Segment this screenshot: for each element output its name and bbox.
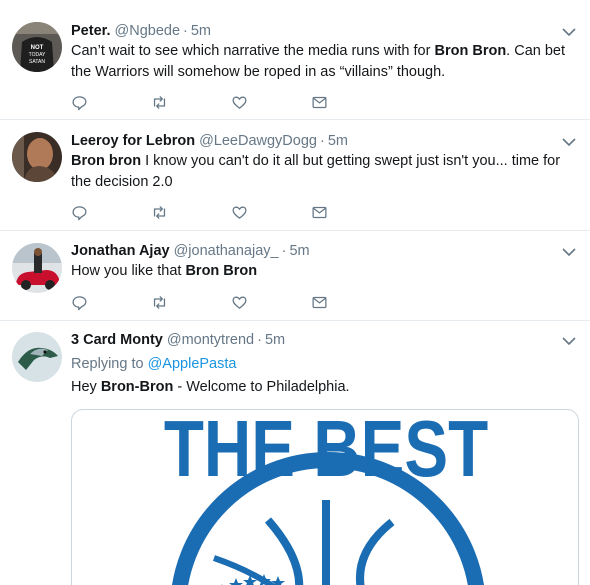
- tweet-header: Peter. @Ngbede · 5m: [71, 21, 578, 41]
- like-icon: [232, 296, 247, 309]
- display-name[interactable]: Jonathan Ajay: [71, 241, 170, 261]
- tweet-media-image[interactable]: THE BEST: [71, 409, 579, 585]
- chevron-down-icon[interactable]: [562, 27, 576, 37]
- direct-message-button[interactable]: [311, 202, 391, 222]
- reply-button[interactable]: [71, 202, 151, 222]
- tweet-text-segment: - Welcome to Philadelphia.: [173, 379, 350, 395]
- separator-dot: ·: [257, 332, 262, 348]
- tweet-content: Leeroy for Lebron @LeeDawgyDogg · 5m Bro…: [71, 131, 578, 193]
- timestamp[interactable]: 5m: [191, 21, 211, 41]
- like-icon: [232, 206, 247, 219]
- like-button[interactable]: [231, 92, 311, 112]
- separator-dot: ·: [319, 133, 325, 149]
- like-button[interactable]: [231, 292, 311, 312]
- avatar[interactable]: [12, 332, 62, 382]
- tweet-actions: [71, 202, 391, 222]
- highlighted-term: Bron Bron: [434, 43, 507, 59]
- tweet-text: Hey Bron-Bron - Welcome to Philadelphia.: [71, 377, 578, 398]
- tweet-actions: [71, 292, 391, 312]
- highlighted-term: Bron Bron: [185, 263, 258, 279]
- direct-message-button[interactable]: [311, 292, 391, 312]
- avatar[interactable]: [12, 243, 62, 293]
- tweet-item[interactable]: NOT TODAY SATAN Peter. @Ngbede · 5m Can’…: [0, 0, 590, 120]
- highlighted-term: Bron bron: [71, 153, 142, 169]
- tweet-content: 3 Card Monty @montytrend · 5m Replying t…: [71, 330, 578, 398]
- tweet-content: Jonathan Ajay @jonathanajay_ · 5m How yo…: [71, 241, 578, 282]
- reply-icon: [72, 205, 87, 220]
- timestamp[interactable]: 5m: [289, 241, 309, 261]
- avatar-shirt-text: SATAN: [29, 59, 45, 65]
- dm-icon: [312, 96, 327, 108]
- avatar[interactable]: NOT TODAY SATAN: [12, 22, 62, 72]
- avatar-shirt-text: NOT: [31, 45, 44, 51]
- star-icon: [221, 574, 285, 585]
- direct-message-button[interactable]: [311, 92, 391, 112]
- avatar[interactable]: [12, 132, 62, 182]
- reply-button[interactable]: [71, 292, 151, 312]
- separator-dot: ·: [183, 23, 188, 39]
- tweet-text: Bron bron I know you can't do it all but…: [71, 151, 578, 193]
- tweet-text: How you like that Bron Bron: [71, 261, 578, 282]
- timestamp[interactable]: 5m: [328, 131, 348, 151]
- tweet-text-segment: How you like that: [71, 263, 186, 279]
- highlighted-term: Bron-Bron: [100, 379, 174, 395]
- tweet-content: Peter. @Ngbede · 5m Can’t wait to see wh…: [71, 21, 578, 83]
- tweet-header: Leeroy for Lebron @LeeDawgyDogg · 5m: [71, 131, 578, 151]
- reply-icon: [72, 295, 87, 310]
- display-name[interactable]: Leeroy for Lebron: [71, 131, 195, 151]
- username[interactable]: @LeeDawgyDogg: [199, 131, 317, 151]
- retweet-button[interactable]: [151, 202, 231, 222]
- tweet-text-segment: Can’t wait to see which narrative the me…: [71, 43, 435, 59]
- tweet-header: 3 Card Monty @montytrend · 5m: [71, 330, 578, 350]
- dm-icon: [312, 206, 327, 218]
- reply-button[interactable]: [71, 92, 151, 112]
- tweet-text-segment: Hey: [71, 379, 101, 395]
- separator-dot: ·: [281, 243, 287, 259]
- tweet-actions: [71, 92, 391, 112]
- retweet-icon: [153, 295, 166, 309]
- chevron-down-icon[interactable]: [562, 336, 576, 346]
- tweet-header: Jonathan Ajay @jonathanajay_ · 5m: [71, 241, 578, 261]
- username[interactable]: @montytrend: [167, 330, 254, 350]
- tweet-text: Can’t wait to see which narrative the me…: [71, 41, 578, 83]
- display-name[interactable]: Peter.: [71, 21, 111, 41]
- username[interactable]: @Ngbede: [115, 21, 181, 41]
- tweet-item[interactable]: Leeroy for Lebron @LeeDawgyDogg · 5m Bro…: [0, 120, 590, 231]
- like-button[interactable]: [231, 202, 311, 222]
- timeline: NOT TODAY SATAN Peter. @Ngbede · 5m Can’…: [0, 0, 590, 585]
- like-icon: [232, 96, 247, 109]
- display-name[interactable]: 3 Card Monty: [71, 330, 163, 350]
- retweet-icon: [153, 205, 166, 219]
- chevron-down-icon[interactable]: [562, 137, 576, 147]
- username[interactable]: @jonathanajay_: [174, 241, 279, 261]
- retweet-button[interactable]: [151, 92, 231, 112]
- replying-to: Replying to @ApplePasta: [71, 354, 578, 374]
- avatar-shirt-text: TODAY: [29, 52, 46, 58]
- reply-icon: [72, 95, 87, 110]
- tweet-text-segment: I know you can't do it all but getting s…: [71, 153, 561, 190]
- retweet-button[interactable]: [151, 292, 231, 312]
- dm-icon: [312, 296, 327, 308]
- chevron-down-icon[interactable]: [562, 247, 576, 257]
- replying-to-label: Replying to: [71, 356, 144, 372]
- tweet-item[interactable]: Jonathan Ajay @jonathanajay_ · 5m How yo…: [0, 231, 590, 321]
- retweet-icon: [153, 95, 166, 109]
- timestamp[interactable]: 5m: [265, 330, 285, 350]
- replying-to-link[interactable]: @ApplePasta: [148, 356, 237, 372]
